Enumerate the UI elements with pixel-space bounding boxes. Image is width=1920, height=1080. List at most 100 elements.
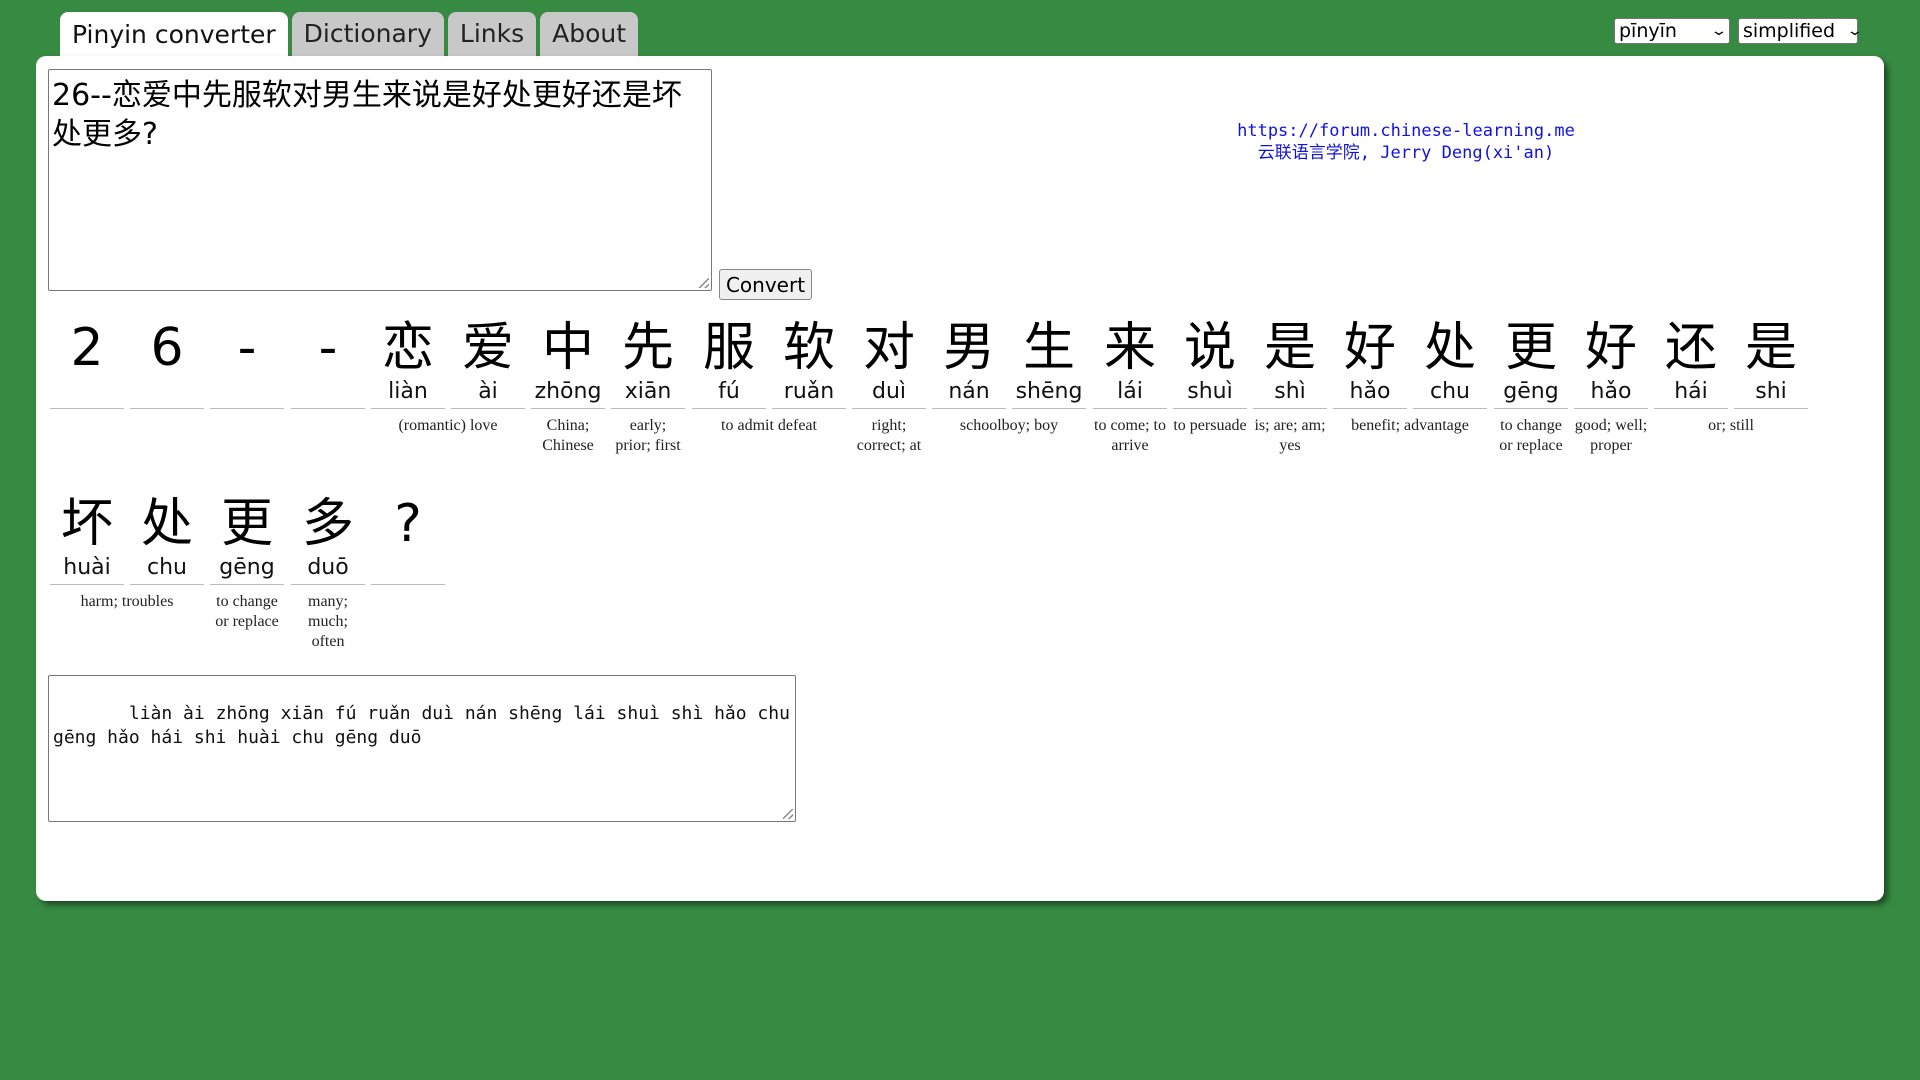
gloss-char-column[interactable]: 先 xiān <box>611 318 685 409</box>
mode-select-value: pīnyīn <box>1619 20 1677 42</box>
hanzi-char: 是 <box>1744 318 1797 378</box>
hanzi-char: 男 <box>942 318 995 378</box>
gloss-char-column[interactable]: 爱 ài <box>451 318 525 409</box>
pinyin-reading: xiān <box>611 378 685 409</box>
pinyin-reading: gēng <box>1494 378 1568 409</box>
hanzi-char: - <box>318 318 338 378</box>
pinyin-reading: hái <box>1654 378 1728 409</box>
pinyin-reading <box>291 378 365 409</box>
gloss-char-column[interactable]: 坏 huài <box>50 494 124 585</box>
forum-link[interactable]: https://forum.chinese-learning.me <box>1186 120 1626 142</box>
definition: China; Chinese <box>542 417 594 454</box>
hanzi-char: 服 <box>702 318 755 378</box>
pinyin-reading: shēng <box>1012 378 1086 409</box>
gloss-char-column[interactable]: 更 gēng <box>210 494 284 585</box>
gloss-char-column[interactable]: 处 chu <box>1413 318 1487 409</box>
definition: or; still <box>1708 417 1754 434</box>
pinyin-reading: nán <box>932 378 1006 409</box>
gloss-char-column[interactable]: - <box>210 318 284 409</box>
pinyin-output[interactable]: liàn ài zhōng xiān fú ruǎn duì nán shēng… <box>48 675 796 822</box>
definition: (romantic) love <box>398 417 498 434</box>
gloss-char-column[interactable]: 多 duō <box>291 494 365 585</box>
hanzi-char: 恋 <box>381 318 434 378</box>
definition: to change or replace <box>1499 417 1563 454</box>
hanzi-char: 更 <box>1504 318 1557 378</box>
gloss-char-column[interactable]: 处 chu <box>130 494 204 585</box>
gloss-char-column[interactable]: 好 hǎo <box>1574 318 1648 409</box>
pinyin-reading: duō <box>291 554 365 585</box>
hanzi-char: ? <box>394 494 422 554</box>
pinyin-reading: shuì <box>1173 378 1247 409</box>
hanzi-char: 多 <box>301 494 354 554</box>
pinyin-output-text: liàn ài zhōng xiān fú ruǎn duì nán shēng… <box>53 703 801 748</box>
pinyin-reading: fú <box>692 378 766 409</box>
tab-pinyin-converter[interactable]: Pinyin converter <box>60 12 288 58</box>
gloss-char-column[interactable]: 软 ruǎn <box>772 318 846 409</box>
definition: to admit defeat <box>721 417 817 434</box>
gloss-char-column[interactable]: 是 shi <box>1734 318 1808 409</box>
gloss-char-column[interactable]: 中 zhōng <box>531 318 605 409</box>
hanzi-char: 好 <box>1584 318 1637 378</box>
script-select-value: simplified <box>1743 20 1836 42</box>
tab-about[interactable]: About <box>540 12 639 56</box>
hanzi-char: 爱 <box>461 318 514 378</box>
hanzi-char: 中 <box>541 318 594 378</box>
pinyin-reading: chu <box>130 554 204 585</box>
pinyin-reading <box>50 378 124 409</box>
chevron-down-icon: ⌄ <box>1710 23 1728 39</box>
gloss-char-column[interactable]: 更 gēng <box>1494 318 1568 409</box>
pinyin-reading: huài <box>50 554 124 585</box>
gloss-char-column[interactable]: 服 fú <box>692 318 766 409</box>
definition: to change or replace <box>215 593 279 630</box>
gloss-char-column[interactable]: - <box>291 318 365 409</box>
hanzi-char: 好 <box>1343 318 1396 378</box>
gloss-char-column[interactable]: 说 shuì <box>1173 318 1247 409</box>
gloss-char-column[interactable]: 对 duì <box>852 318 926 409</box>
gloss-char-column[interactable]: 生 shēng <box>1012 318 1086 409</box>
gloss-char-column[interactable]: 6 <box>130 318 204 409</box>
mode-select[interactable]: pīnyīn ⌄ <box>1614 18 1730 44</box>
hanzi-char: 先 <box>621 318 674 378</box>
gloss-char-column[interactable]: 好 hǎo <box>1333 318 1407 409</box>
convert-button[interactable]: Convert <box>719 269 812 300</box>
hanzi-char: 处 <box>140 494 193 554</box>
gloss-char-column[interactable]: 还 hái <box>1654 318 1728 409</box>
gloss-char-column[interactable]: ? <box>371 494 445 585</box>
definition: harm; troubles <box>80 593 174 610</box>
gloss-char-column[interactable]: 恋 liàn <box>371 318 445 409</box>
hanzi-char: 对 <box>862 318 915 378</box>
tab-links[interactable]: Links <box>447 12 537 56</box>
gloss-char-column[interactable]: 男 nán <box>932 318 1006 409</box>
hanzi-char: 生 <box>1022 318 1075 378</box>
pinyin-reading <box>210 378 284 409</box>
hanzi-char: 是 <box>1263 318 1316 378</box>
gloss-char-column[interactable]: 2 <box>50 318 124 409</box>
definition: to persuade <box>1173 417 1247 434</box>
pinyin-reading: hǎo <box>1574 378 1648 409</box>
pinyin-reading: ài <box>451 378 525 409</box>
pinyin-reading: shi <box>1734 378 1808 409</box>
definition: schoolboy; boy <box>959 417 1059 434</box>
pinyin-reading <box>371 554 445 585</box>
hanzi-char: 2 <box>70 318 104 378</box>
pinyin-reading: liàn <box>371 378 445 409</box>
credits: https://forum.chinese-learning.me 云联语言学院… <box>1186 120 1626 164</box>
pinyin-reading: ruǎn <box>772 378 846 409</box>
hanzi-char: 说 <box>1183 318 1236 378</box>
gloss-char-column[interactable]: 是 shì <box>1253 318 1327 409</box>
chevron-down-icon: ⌄ <box>1846 23 1864 39</box>
pinyin-reading <box>130 378 204 409</box>
pinyin-reading: duì <box>852 378 926 409</box>
chinese-input[interactable]: 26--恋爱中先服软对男生来说是好处更好还是坏处更多? <box>48 69 712 291</box>
pinyin-reading: hǎo <box>1333 378 1407 409</box>
gloss-char-column[interactable]: 来 lái <box>1093 318 1167 409</box>
tab-dictionary[interactable]: Dictionary <box>291 12 444 56</box>
resize-grip-icon[interactable] <box>699 278 709 288</box>
definition: right; correct; at <box>856 417 922 454</box>
hanzi-char: 来 <box>1103 318 1156 378</box>
resize-grip-icon[interactable] <box>783 809 793 819</box>
option-selects: pīnyīn ⌄ simplified ⌄ <box>1614 18 1864 44</box>
script-select[interactable]: simplified ⌄ <box>1738 18 1864 44</box>
definition: is; are; am; yes <box>1254 417 1326 454</box>
hanzi-char: 软 <box>782 318 835 378</box>
